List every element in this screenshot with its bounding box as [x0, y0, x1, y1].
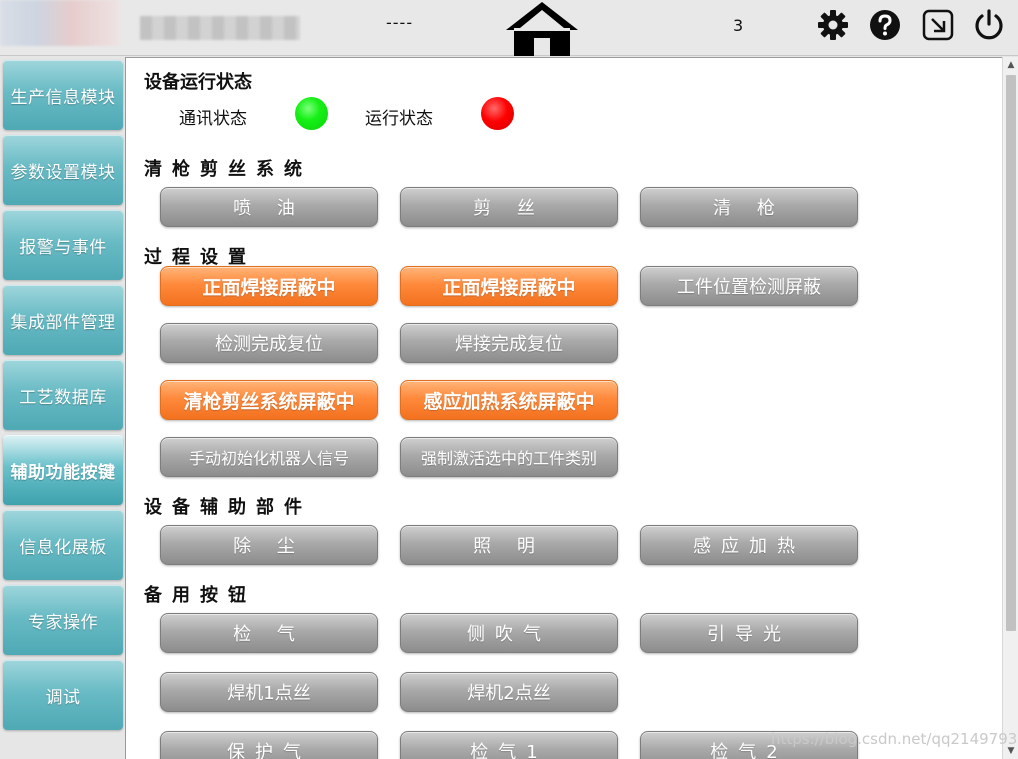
main-panel: 设备运行状态 通讯状态 运行状态 清枪剪丝系统 喷 油 剪 丝 清 枪 过程设置…: [125, 57, 1002, 759]
company-name-blurred: [140, 16, 300, 40]
front-weld-shield-button[interactable]: 正面焊接屏蔽中: [160, 266, 378, 306]
status-section-title: 设备运行状态: [144, 72, 252, 93]
weld-reset-button[interactable]: 焊接完成复位: [400, 323, 618, 363]
front-weld-shield-button-2[interactable]: 正面焊接屏蔽中: [400, 266, 618, 306]
oil-spray-button[interactable]: 喷 油: [160, 187, 378, 227]
home-icon[interactable]: [500, 0, 584, 56]
guide-light-button[interactable]: 引导光: [640, 613, 858, 653]
lighting-button[interactable]: 照 明: [400, 525, 618, 565]
scroll-thumb[interactable]: [1006, 75, 1016, 631]
aux-section-title: 设备辅助部件: [144, 497, 312, 518]
comm-status-indicator: [295, 97, 328, 130]
shield-gas-button[interactable]: 保护气: [160, 731, 378, 759]
comm-status-label: 通讯状态: [179, 109, 247, 129]
welder1-inch-button[interactable]: 焊机1点丝: [160, 672, 378, 712]
gas-check-1-button[interactable]: 检气1: [400, 731, 618, 759]
status-dashes: ----: [386, 13, 414, 32]
sidebar-item-info-board[interactable]: 信息化展板: [3, 510, 123, 580]
sidebar-item-process-database[interactable]: 工艺数据库: [3, 360, 123, 430]
sidebar-item-parameter-settings[interactable]: 参数设置模块: [3, 135, 123, 205]
wire-cut-button[interactable]: 剪 丝: [400, 187, 618, 227]
top-bar: ---- 3: [0, 0, 1018, 56]
dust-removal-button[interactable]: 除 尘: [160, 525, 378, 565]
vertical-scrollbar[interactable]: ▲ ▼: [1002, 57, 1018, 759]
scroll-up-arrow-icon[interactable]: ▲: [1003, 57, 1018, 73]
page-counter: 3: [733, 16, 744, 35]
manual-init-robot-button[interactable]: 手动初始化机器人信号: [160, 437, 378, 477]
watermark: https://blog.csdn.net/qq21497936: [771, 730, 1018, 748]
side-blow-button[interactable]: 侧吹气: [400, 613, 618, 653]
detect-reset-button[interactable]: 检测完成复位: [160, 323, 378, 363]
force-activate-workpiece-button[interactable]: 强制激活选中的工件类别: [400, 437, 618, 477]
gun-clean-system-shield-button[interactable]: 清枪剪丝系统屏蔽中: [160, 380, 378, 420]
sidebar: 生产信息模块 参数设置模块 报警与事件 集成部件管理 工艺数据库 辅助功能按键 …: [0, 56, 125, 759]
gear-icon[interactable]: [816, 8, 850, 42]
sidebar-item-expert-ops[interactable]: 专家操作: [3, 585, 123, 655]
help-icon[interactable]: [868, 8, 902, 42]
welder2-inch-button[interactable]: 焊机2点丝: [400, 672, 618, 712]
gun-clean-button[interactable]: 清 枪: [640, 187, 858, 227]
power-icon[interactable]: [972, 8, 1006, 42]
gun-clean-section-title: 清枪剪丝系统: [144, 159, 312, 180]
spare-section-title: 备用按钮: [144, 585, 256, 606]
company-logo: [0, 0, 120, 46]
sidebar-item-integrated-parts[interactable]: 集成部件管理: [3, 285, 123, 355]
run-status-label: 运行状态: [365, 109, 433, 129]
induction-heat-shield-button[interactable]: 感应加热系统屏蔽中: [400, 380, 618, 420]
run-status-indicator: [481, 97, 514, 130]
sidebar-item-aux-functions[interactable]: 辅助功能按键: [3, 435, 123, 505]
induction-heating-button[interactable]: 感应加热: [640, 525, 858, 565]
sidebar-item-debug[interactable]: 调试: [3, 660, 123, 730]
gas-check-button[interactable]: 检 气: [160, 613, 378, 653]
app-window: ---- 3 生产信息模块 参数设置模块 报警与事件 集成部件管理 工艺数据库 …: [0, 0, 1018, 759]
sidebar-item-production-info[interactable]: 生产信息模块: [3, 60, 123, 130]
sidebar-item-alarms-events[interactable]: 报警与事件: [3, 210, 123, 280]
workpiece-detect-shield-button[interactable]: 工件位置检测屏蔽: [640, 266, 858, 306]
exit-icon[interactable]: [921, 8, 955, 42]
